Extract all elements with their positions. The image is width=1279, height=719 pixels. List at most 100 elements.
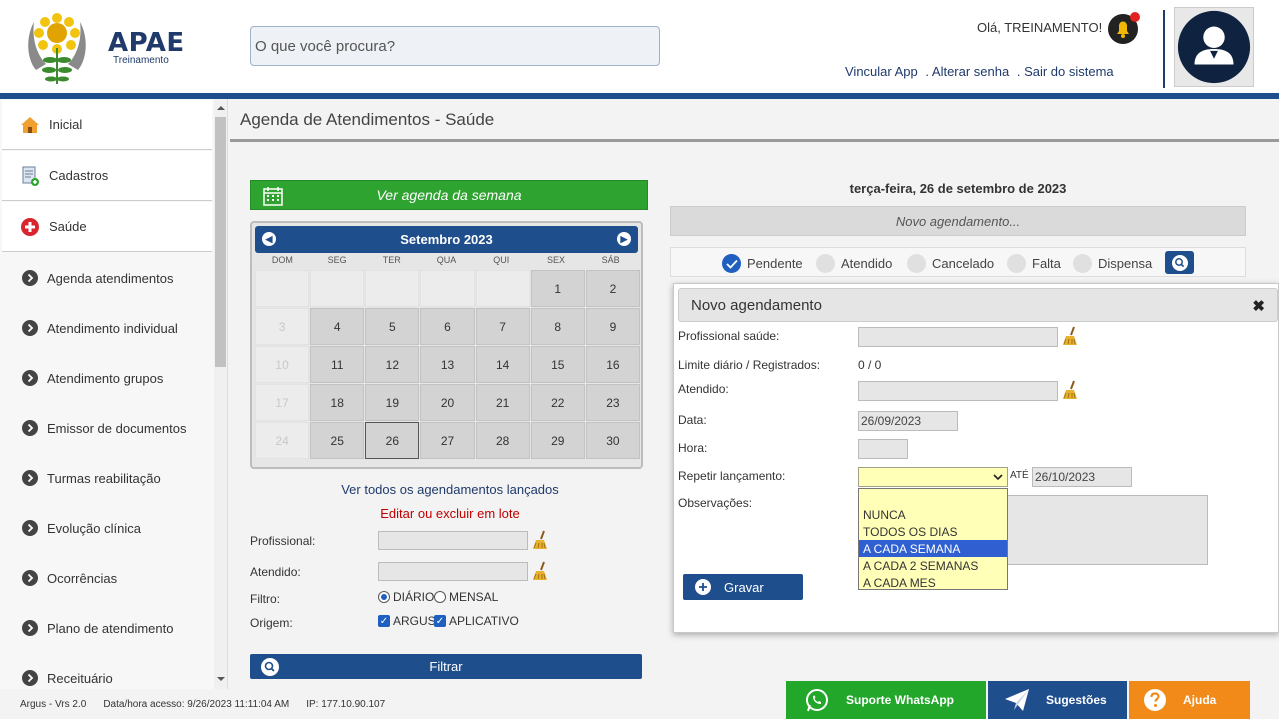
link-vincular-app[interactable]: Vincular App [845, 64, 918, 79]
repeat-option-cada-mes[interactable]: A CADA MES [859, 574, 1007, 591]
repeat-option-cada-semana[interactable]: A CADA SEMANA [859, 540, 1007, 557]
sidebar-item-evolucao-clinica[interactable]: Evolução clínica [2, 503, 212, 553]
status-atendido[interactable]: Atendido [816, 254, 892, 273]
status-cancelado[interactable]: Cancelado [907, 254, 994, 273]
repeat-option-todos-dias[interactable]: TODOS OS DIAS [859, 523, 1007, 540]
calendar-day[interactable]: 21 [475, 384, 530, 421]
unchecked-circle-icon [907, 254, 926, 273]
broom-icon[interactable] [530, 530, 550, 550]
calendar-day[interactable]: 11 [310, 346, 365, 383]
status-dispensa[interactable]: Dispensa [1073, 254, 1152, 273]
profissional-filter-input[interactable] [378, 531, 528, 550]
profissional-saude-input[interactable] [858, 327, 1058, 347]
calendar-day-sunday: 10 [255, 346, 310, 383]
calendar-day[interactable]: 13 [420, 346, 475, 383]
calendar-weekdays: DOM SEG TER QUA QUI SEX SÁB [255, 255, 638, 269]
radio-label: DIÁRIO [393, 590, 435, 604]
broom-icon[interactable] [530, 561, 550, 581]
calendar-day[interactable]: 23 [585, 384, 640, 421]
calendar-day[interactable]: 16 [585, 346, 640, 383]
calendar-day[interactable]: 22 [530, 384, 585, 421]
prev-month-icon[interactable]: ◀ [262, 232, 276, 246]
origem-argus-checkbox[interactable]: ✓ ARGUS [378, 614, 436, 628]
sidebar-item-ocorrencias[interactable]: Ocorrências [2, 553, 212, 603]
repeat-option-cada-2-semanas[interactable]: A CADA 2 SEMANAS [859, 557, 1007, 574]
calendar-day[interactable]: 1 [530, 270, 585, 307]
help-button[interactable]: Ajuda [1129, 681, 1250, 719]
hora-input[interactable] [858, 439, 908, 459]
sidebar-item-atendimento-individual[interactable]: Atendimento individual [2, 303, 212, 353]
sidebar-item-emissor-documentos[interactable]: Emissor de documentos [2, 403, 212, 453]
plus-circle-icon [695, 579, 711, 595]
close-icon[interactable]: ✖ [1252, 297, 1265, 315]
status-pendente[interactable]: Pendente [722, 254, 803, 273]
calendar-day[interactable]: 15 [530, 346, 585, 383]
sidebar-item-plano-atendimento[interactable]: Plano de atendimento [2, 603, 212, 653]
filtro-diario-radio[interactable]: DIÁRIO [378, 590, 434, 604]
ate-date-input[interactable]: 26/10/2023 [1032, 467, 1132, 487]
calendar-day[interactable]: 7 [475, 308, 530, 345]
sidebar-scrollbar[interactable] [214, 99, 228, 689]
next-month-icon[interactable]: ▶ [617, 232, 631, 246]
calendar-day[interactable]: 9 [585, 308, 640, 345]
suggestions-button[interactable]: Sugestões [988, 681, 1127, 719]
whatsapp-support-button[interactable]: Suporte WhatsApp [786, 681, 986, 719]
filter-button[interactable]: Filtrar [250, 654, 642, 679]
calendar-day[interactable]: 20 [420, 384, 475, 421]
status-falta[interactable]: Falta [1007, 254, 1061, 273]
broom-icon[interactable] [1060, 326, 1080, 346]
observacoes-label: Observações: [678, 496, 753, 510]
calendar-day[interactable]: 19 [365, 384, 420, 421]
link-sair-sistema[interactable]: . Sair do sistema [1017, 64, 1114, 79]
broom-icon[interactable] [1060, 380, 1080, 400]
calendar-day[interactable]: 25 [310, 422, 365, 459]
calendar-day[interactable]: 4 [310, 308, 365, 345]
sidebar-item-atendimento-grupos[interactable]: Atendimento grupos [2, 353, 212, 403]
calendar-empty-cell [420, 270, 475, 307]
calendar-day[interactable]: 18 [310, 384, 365, 421]
calendar-day[interactable]: 30 [585, 422, 640, 459]
weekday-label: QUA [436, 255, 457, 265]
repeat-option-nunca[interactable]: NUNCA [859, 506, 1007, 523]
sidebar-item-cadastros[interactable]: Cadastros [2, 151, 212, 201]
week-agenda-button[interactable]: Ver agenda da semana [250, 180, 648, 210]
calendar-day[interactable]: 2 [585, 270, 640, 307]
search-input[interactable] [250, 26, 660, 66]
sidebar-item-saude[interactable]: Saúde [2, 202, 212, 252]
link-alterar-senha[interactable]: . Alterar senha [925, 64, 1009, 79]
calendar-empty-cell [365, 270, 420, 307]
calendar-day[interactable]: 6 [420, 308, 475, 345]
calendar-day[interactable]: 8 [530, 308, 585, 345]
atendido-input[interactable] [858, 381, 1058, 401]
see-all-appointments-link[interactable]: Ver todos os agendamentos lançados [250, 482, 650, 497]
save-button[interactable]: Gravar [683, 574, 803, 600]
origem-aplicativo-checkbox[interactable]: ✓ APLICATIVO [434, 614, 519, 628]
calendar-day[interactable]: 29 [530, 422, 585, 459]
observacoes-textarea[interactable] [1006, 495, 1208, 565]
bulk-edit-link[interactable]: Editar ou excluir em lote [250, 506, 650, 521]
scroll-down-icon[interactable] [214, 673, 228, 685]
sidebar-item-turmas-reabilitacao[interactable]: Turmas reabilitação [2, 453, 212, 503]
calendar-day[interactable]: 5 [365, 308, 420, 345]
calendar-day[interactable]: 14 [475, 346, 530, 383]
avatar[interactable] [1174, 7, 1254, 87]
calendar-day[interactable]: 28 [475, 422, 530, 459]
sidebar-item-agenda-atendimentos[interactable]: Agenda atendimentos [2, 253, 212, 303]
scroll-up-icon[interactable] [214, 102, 228, 114]
apae-logo[interactable] [22, 8, 92, 88]
atendido-filter-input[interactable] [378, 562, 528, 581]
new-appointment-button[interactable]: Novo agendamento... [670, 206, 1246, 236]
page-title: Agenda de Atendimentos - Saúde [240, 110, 495, 129]
calendar-day-today[interactable]: 26 [365, 422, 420, 459]
status-search-button[interactable] [1165, 251, 1194, 274]
data-input[interactable]: 26/09/2023 [858, 411, 958, 431]
scrollbar-thumb[interactable] [215, 117, 226, 367]
notification-bell-icon[interactable] [1107, 11, 1141, 45]
filtro-mensal-radio[interactable]: MENSAL [434, 590, 498, 604]
ate-label: ATÉ [1010, 470, 1029, 481]
sidebar-item-inicial[interactable]: Inicial [2, 100, 212, 150]
repeat-select[interactable] [858, 467, 1008, 487]
sidebar-item-receituario[interactable]: Receituário [2, 653, 212, 689]
calendar-day[interactable]: 12 [365, 346, 420, 383]
calendar-day[interactable]: 27 [420, 422, 475, 459]
